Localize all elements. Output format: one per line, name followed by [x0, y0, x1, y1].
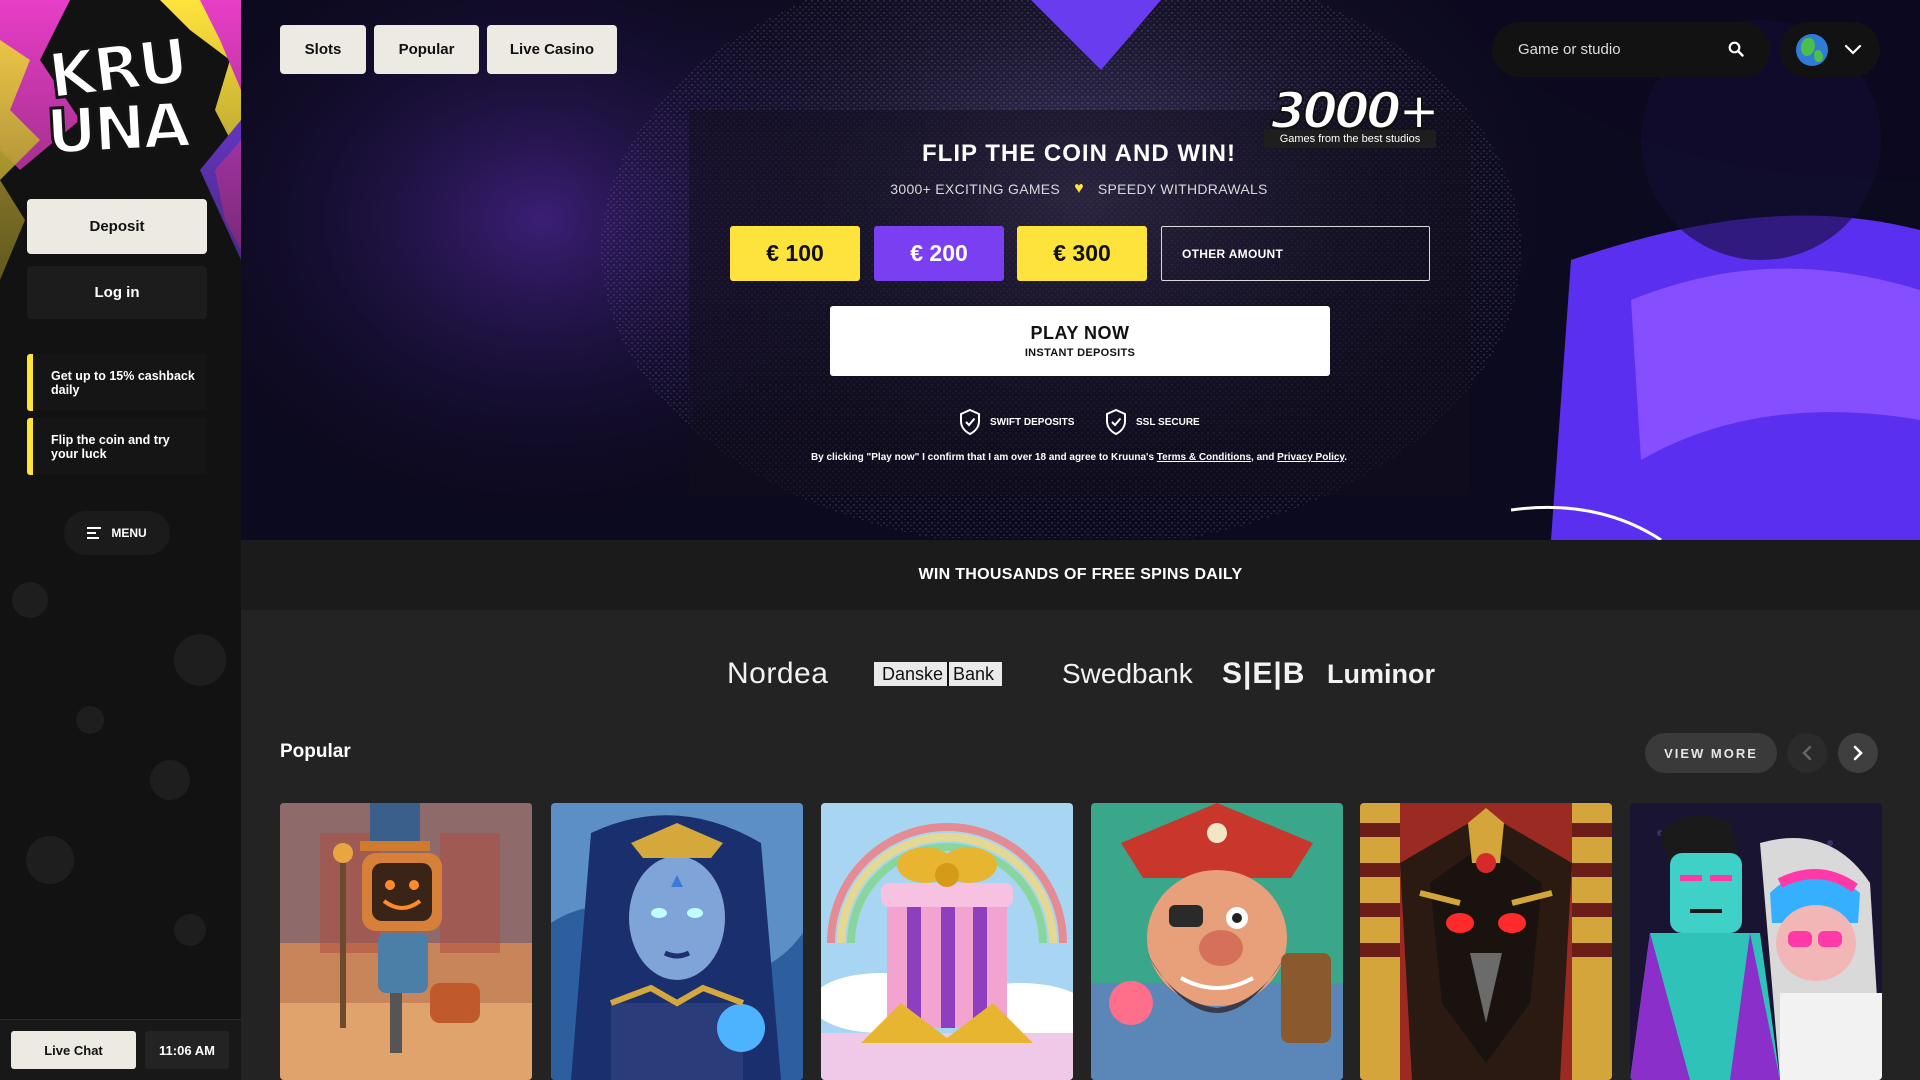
- carousel-next-button[interactable]: [1838, 733, 1878, 773]
- view-more-button[interactable]: VIEW MORE: [1645, 733, 1777, 773]
- gift-box-game-thumbnail: [821, 803, 1073, 1080]
- legal-middle: , and: [1251, 452, 1278, 463]
- clock: 11:06 AM: [145, 1031, 229, 1069]
- legal-prefix: By clicking "Play now" I confirm that I …: [810, 452, 1157, 463]
- deposit-button[interactable]: Deposit: [27, 199, 207, 254]
- chevron-right-icon: [1853, 745, 1863, 761]
- amount-100-button[interactable]: € 100: [730, 226, 860, 281]
- hero-title: FLIP THE COIN AND WIN!: [922, 140, 1236, 167]
- pirate-game-thumbnail: [1091, 803, 1343, 1080]
- game-card-punk-duo[interactable]: [1630, 803, 1882, 1080]
- kruuna-logo[interactable]: KRU UNA: [42, 22, 192, 170]
- tab-live-casino[interactable]: Live Casino: [487, 25, 617, 74]
- popular-section-title: Popular: [280, 741, 351, 762]
- trust-swift-deposits: SWIFT DEPOSITS: [958, 408, 1074, 436]
- feature-games: 3000+ EXCITING GAMES: [890, 181, 1061, 197]
- play-now-label: PLAY NOW: [1030, 323, 1130, 343]
- globe-icon: [1796, 33, 1828, 66]
- free-spins-banner[interactable]: WIN THOUSANDS OF FREE SPINS DAILY: [241, 540, 1920, 610]
- bank-logo-luminor: Luminor: [1327, 658, 1435, 689]
- login-button[interactable]: Log in: [27, 266, 207, 319]
- game-card-gift-box[interactable]: [821, 803, 1073, 1080]
- play-now-sublabel: INSTANT DEPOSITS: [1024, 347, 1136, 359]
- punk-duo-game-thumbnail: [1630, 803, 1882, 1080]
- shield-check-icon: [960, 408, 980, 436]
- game-card-pirate[interactable]: [1091, 803, 1343, 1080]
- game-card-sorceress[interactable]: [551, 803, 803, 1080]
- bank-logo-swedbank: Swedbank: [1062, 658, 1193, 689]
- search-icon[interactable]: [1728, 41, 1744, 57]
- tab-popular[interactable]: Popular: [374, 25, 479, 74]
- hero-features: 3000+ EXCITING GAMES ♥ SPEEDY WITHDRAWAL…: [689, 180, 1469, 198]
- play-now-button[interactable]: PLAY NOW INSTANT DEPOSITS: [830, 306, 1330, 376]
- trust-ssl-label: SSL SECURE: [1136, 416, 1200, 428]
- search-input[interactable]: Game or studio: [1518, 41, 1621, 58]
- legal-notice: By clicking "Play now" I confirm that I …: [689, 452, 1469, 463]
- feature-withdrawals: SPEEDY WITHDRAWALS: [1097, 181, 1268, 197]
- menu-label: MENU: [111, 526, 147, 540]
- tab-slots[interactable]: Slots: [280, 25, 366, 74]
- privacy-link[interactable]: Privacy Policy: [1277, 452, 1344, 463]
- robot-game-thumbnail: [280, 803, 532, 1080]
- pharaoh-game-thumbnail: [1360, 803, 1612, 1080]
- shield-check-icon: [1106, 408, 1126, 436]
- other-amount-input[interactable]: OTHER AMOUNT: [1161, 226, 1430, 281]
- bank-logo-danske: Danske Bank: [874, 662, 1003, 686]
- logo-text-bottom: UNA: [43, 87, 191, 170]
- legal-suffix: .: [1344, 452, 1348, 463]
- chevron-down-icon: [1844, 44, 1862, 55]
- bank-logo-seb: S|E|B: [1222, 657, 1306, 690]
- promo-flip-coin-text: Flip the coin and try your luck: [51, 432, 170, 461]
- sorceress-game-thumbnail: [551, 803, 803, 1080]
- live-chat-button[interactable]: Live Chat: [11, 1031, 136, 1069]
- heart-icon: ♥: [1074, 180, 1084, 197]
- sidebar: KRU UNA Deposit Log in Get up to 15% cas…: [0, 0, 241, 1080]
- game-card-robot[interactable]: [280, 803, 532, 1080]
- danske-text: Danske: [882, 663, 944, 684]
- promo-flip-coin[interactable]: Flip the coin and try your luck: [27, 418, 207, 475]
- trust-swift-label: SWIFT DEPOSITS: [990, 416, 1075, 428]
- sidebar-footer: Live Chat 11:06 AM: [0, 1019, 241, 1080]
- promo-cashback[interactable]: Get up to 15% cashback daily: [27, 354, 207, 411]
- amount-200-button[interactable]: € 200: [874, 226, 1004, 281]
- terms-link[interactable]: Terms & Conditions: [1157, 452, 1251, 463]
- chevron-left-icon: [1802, 745, 1812, 761]
- amount-300-button[interactable]: € 300: [1017, 226, 1147, 281]
- search-field[interactable]: Game or studio: [1492, 22, 1770, 77]
- free-spins-text: WIN THOUSANDS OF FREE SPINS DAILY: [918, 566, 1243, 583]
- carousel-prev-button[interactable]: [1787, 733, 1827, 773]
- menu-button[interactable]: MENU: [64, 511, 170, 555]
- language-selector[interactable]: [1780, 22, 1880, 77]
- promo-cashback-text: Get up to 15% cashback daily: [51, 368, 195, 397]
- game-card-pharaoh[interactable]: [1360, 803, 1612, 1080]
- hero-section: Slots Popular Live Casino Game or studio…: [241, 0, 1920, 540]
- menu-icon: [87, 527, 102, 539]
- trust-ssl-secure: SSL SECURE: [1104, 408, 1200, 436]
- bank-logo-nordea: Nordea: [727, 657, 829, 690]
- danske-bank-text: Bank: [953, 663, 995, 684]
